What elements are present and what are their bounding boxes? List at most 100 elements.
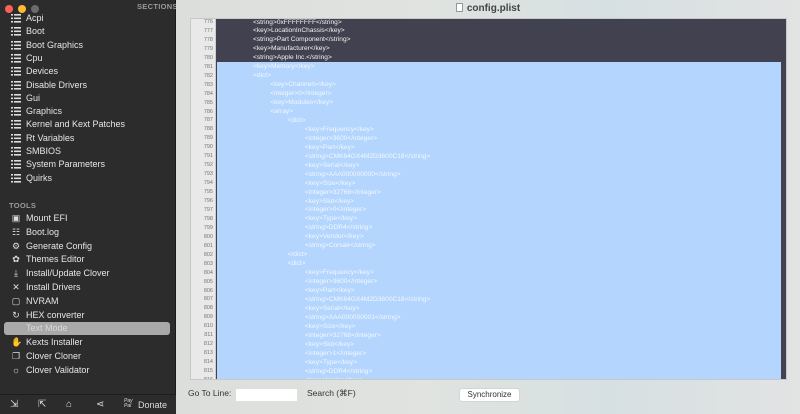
code-line[interactable]: <integer>32768</integer> <box>217 330 786 340</box>
sidebar-item-disable-drivers[interactable]: Disable Drivers <box>4 79 170 92</box>
log-search-icon: ☷ <box>11 226 21 237</box>
code-line[interactable]: <string>0xFFFFFFFF</string> <box>217 19 786 27</box>
sidebar-item-kernel-and-kext-patches[interactable]: Kernel and Kext Patches <box>4 118 170 131</box>
import-icon[interactable]: ⇲ <box>10 399 18 410</box>
tool-item-label: Boot.log <box>26 226 60 237</box>
download-icon: ⤓ <box>14 268 18 279</box>
code-line[interactable]: <key>Part</key> <box>217 142 786 152</box>
export-icon[interactable]: ⇱ <box>38 399 46 410</box>
code-line[interactable]: <key>Frequency</key> <box>217 124 786 134</box>
code-line[interactable]: <key>Slot</key> <box>217 339 786 349</box>
line-number: 781 <box>203 63 213 70</box>
code-line[interactable]: <integer>1</integer> <box>217 348 786 358</box>
tool-item-label: Install/Update Clover <box>26 268 110 279</box>
code-line[interactable]: <string>AAA000000000</string> <box>217 169 786 179</box>
code-line[interactable]: <key>Size</key> <box>217 178 786 188</box>
tool-item-label: Kexts Installer <box>26 337 83 348</box>
tool-item-kexts-installer[interactable]: ✋ Kexts Installer <box>4 336 170 349</box>
code-line[interactable]: <string>Corsair</string> <box>217 241 786 251</box>
code-line[interactable]: <key>Frequency</key> <box>217 268 786 278</box>
code-line[interactable]: <key>Serial</key> <box>217 303 786 313</box>
sidebar-item-cpu[interactable]: Cpu <box>4 52 170 65</box>
code-line[interactable]: <key>Slot</key> <box>217 196 786 206</box>
sidebar-item-smbios[interactable]: SMBIOS <box>4 145 170 158</box>
code-line[interactable]: <key>Modules</key> <box>217 98 786 108</box>
tool-item-label: HEX converter <box>26 309 85 320</box>
code-line[interactable]: <string>DDR4</string> <box>217 366 786 376</box>
sidebar-item-quirks[interactable]: Quirks <box>4 172 170 185</box>
code-line[interactable]: <key>Memory</key> <box>217 62 786 72</box>
sidebar-item-graphics[interactable]: Graphics <box>4 105 170 118</box>
line-number: 778 <box>203 36 213 43</box>
tool-item-clover-validator[interactable]: ☼ Clover Validator <box>4 364 170 377</box>
code-line[interactable]: <key>Manufacturer</key> <box>217 44 786 53</box>
home-icon[interactable]: ⌂ <box>66 399 72 410</box>
sidebar-item-label: Devices <box>26 66 59 77</box>
code-line[interactable]: <string>DDR4</string> <box>217 223 786 233</box>
tool-item-hex-converter[interactable]: ↻ HEX converter <box>4 309 170 322</box>
chip-icon: ▢ <box>11 295 21 306</box>
code-line[interactable]: <key>Vendor</key> <box>217 232 786 242</box>
search-label[interactable]: Search (⌘F) <box>307 388 356 399</box>
synchronize-button[interactable]: Synchronize <box>460 389 519 401</box>
code-line[interactable]: <key>Part</key> <box>217 286 786 295</box>
tool-item-install-update-clover[interactable]: ⤓ Install/Update Clover <box>4 267 170 280</box>
code-line[interactable]: <dict> <box>217 71 786 81</box>
line-number: 789 <box>203 135 213 142</box>
code-line[interactable]: <string>Part Component</string> <box>217 35 786 44</box>
code-line[interactable]: <key>Vendor</key> <box>217 375 786 379</box>
code-line[interactable]: <array> <box>217 107 786 116</box>
code-line[interactable]: <string>Apple Inc.</string> <box>217 53 786 62</box>
code-line[interactable]: <key>LocationInChassis</key> <box>217 26 786 35</box>
sidebar-item-acpi[interactable]: Acpi <box>4 12 170 25</box>
vertical-scrollbar[interactable] <box>781 19 786 379</box>
line-number: 799 <box>203 224 213 231</box>
sidebar-item-boot-graphics[interactable]: Boot Graphics <box>4 39 170 52</box>
code-line[interactable]: <string>CMK64GX4M2D3600C18</string> <box>217 294 786 304</box>
text-editor[interactable]: 776 777 778 779 780 781 782 783 784 785 786 787 788 7… <box>190 18 787 380</box>
goto-label: Go To Line: <box>188 388 232 398</box>
code-line[interactable]: <key>Serial</key> <box>217 160 786 170</box>
code-line[interactable]: <integer>3600</integer> <box>217 277 786 287</box>
tool-item-mount-efi[interactable]: ▣ Mount EFI <box>4 212 170 225</box>
sidebar-item-label: SMBIOS <box>26 146 62 156</box>
code-line[interactable]: <key>Channels</key> <box>217 80 786 90</box>
line-number: 787 <box>203 117 213 124</box>
code-line[interactable]: <integer>0</integer> <box>217 205 786 215</box>
sidebar-item-label: Cpu <box>26 52 43 63</box>
tool-item-install-drivers[interactable]: ✕ Install Drivers <box>4 281 170 294</box>
share-icon[interactable]: ⋖ <box>96 399 104 410</box>
line-number: 786 <box>203 108 213 115</box>
line-number: 780 <box>203 54 213 61</box>
code-line[interactable]: <key>Size</key> <box>217 321 786 331</box>
code-line[interactable]: <string>AAA000000001</string> <box>217 312 786 322</box>
tool-item-nvram[interactable]: ▢ NVRAM <box>4 295 170 308</box>
code-line[interactable]: <integer>3600</integer> <box>217 133 786 143</box>
code-line[interactable]: <string>CMK64GX4M2D3600C18</string> <box>217 151 786 161</box>
sidebar-item-rt-variables[interactable]: Rt Variables <box>4 132 170 145</box>
tool-item-boot-log[interactable]: ☷ Boot.log <box>4 226 170 239</box>
code-line[interactable]: </dict> <box>217 250 786 260</box>
line-number: 800 <box>203 233 213 240</box>
tool-item-text-mode[interactable]: Text Mode <box>4 322 170 336</box>
code-line[interactable]: <key>Type</key> <box>217 357 786 367</box>
code-line[interactable]: <key>Type</key> <box>217 214 786 224</box>
code-line[interactable]: <integer>32768</integer> <box>217 187 786 197</box>
gears-icon: ⚙ <box>11 240 21 251</box>
sidebar-item-gui[interactable]: Gui <box>4 92 170 105</box>
sidebar-item-boot[interactable]: Boot <box>4 25 170 38</box>
code-line[interactable]: <integer>0</integer> <box>217 89 786 99</box>
sidebar-item-label: Quirks <box>26 172 53 183</box>
sidebar-item-devices[interactable]: Devices <box>4 65 170 78</box>
tool-item-themes-editor[interactable]: ✿ Themes Editor <box>4 253 170 266</box>
disk-icon: ▣ <box>11 213 21 223</box>
tool-item-label: Install Drivers <box>26 282 81 292</box>
donate-button[interactable]: Donate <box>138 400 167 410</box>
code-line[interactable]: <dict> <box>217 259 786 269</box>
tool-item-generate-config[interactable]: ⚙ Generate Config <box>4 240 170 253</box>
line-number: 796 <box>203 198 213 204</box>
goto-line-input[interactable] <box>236 389 297 401</box>
sidebar-item-system-parameters[interactable]: System Parameters <box>4 158 170 171</box>
tool-item-clover-cloner[interactable]: ❐ Clover Cloner <box>4 350 170 363</box>
code-line[interactable]: <dict> <box>217 115 786 125</box>
